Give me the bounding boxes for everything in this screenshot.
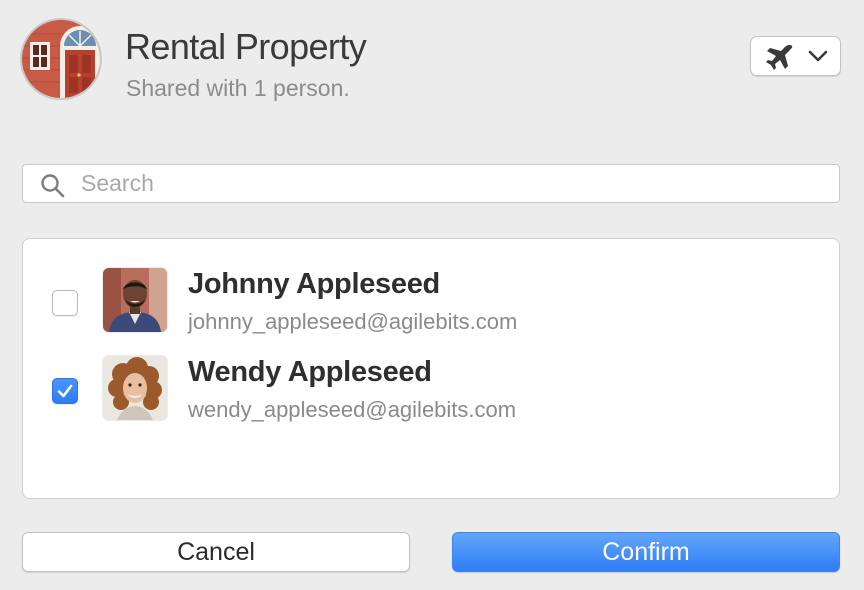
vault-icon	[22, 20, 100, 98]
page-title: Rental Property	[125, 26, 367, 67]
confirm-button[interactable]: Confirm	[452, 532, 840, 572]
avatar	[103, 268, 167, 332]
search-field[interactable]	[22, 164, 840, 203]
person-checkbox[interactable]	[52, 290, 78, 316]
house-door-icon	[22, 20, 100, 98]
person-name: Johnny Appleseed	[188, 268, 440, 300]
share-status: Shared with 1 person.	[126, 75, 350, 101]
list-item[interactable]: Johnny Appleseed johnny_appleseed@agileb…	[23, 268, 839, 348]
person-checkbox[interactable]	[52, 378, 78, 404]
person-email: wendy_appleseed@agilebits.com	[188, 397, 517, 422]
person-name: Wendy Appleseed	[188, 356, 432, 388]
search-input[interactable]	[81, 168, 821, 199]
search-icon	[41, 174, 65, 198]
mode-menu-button[interactable]	[750, 36, 841, 76]
avatar	[103, 356, 167, 420]
checkmark-icon	[57, 384, 73, 398]
person-email: johnny_appleseed@agilebits.com	[188, 309, 518, 334]
people-list: Johnny Appleseed johnny_appleseed@agileb…	[22, 238, 840, 499]
cancel-button[interactable]: Cancel	[22, 532, 410, 572]
airplane-icon	[766, 44, 793, 70]
list-item[interactable]: Wendy Appleseed wendy_appleseed@agilebit…	[23, 356, 839, 436]
chevron-down-icon	[808, 50, 828, 62]
